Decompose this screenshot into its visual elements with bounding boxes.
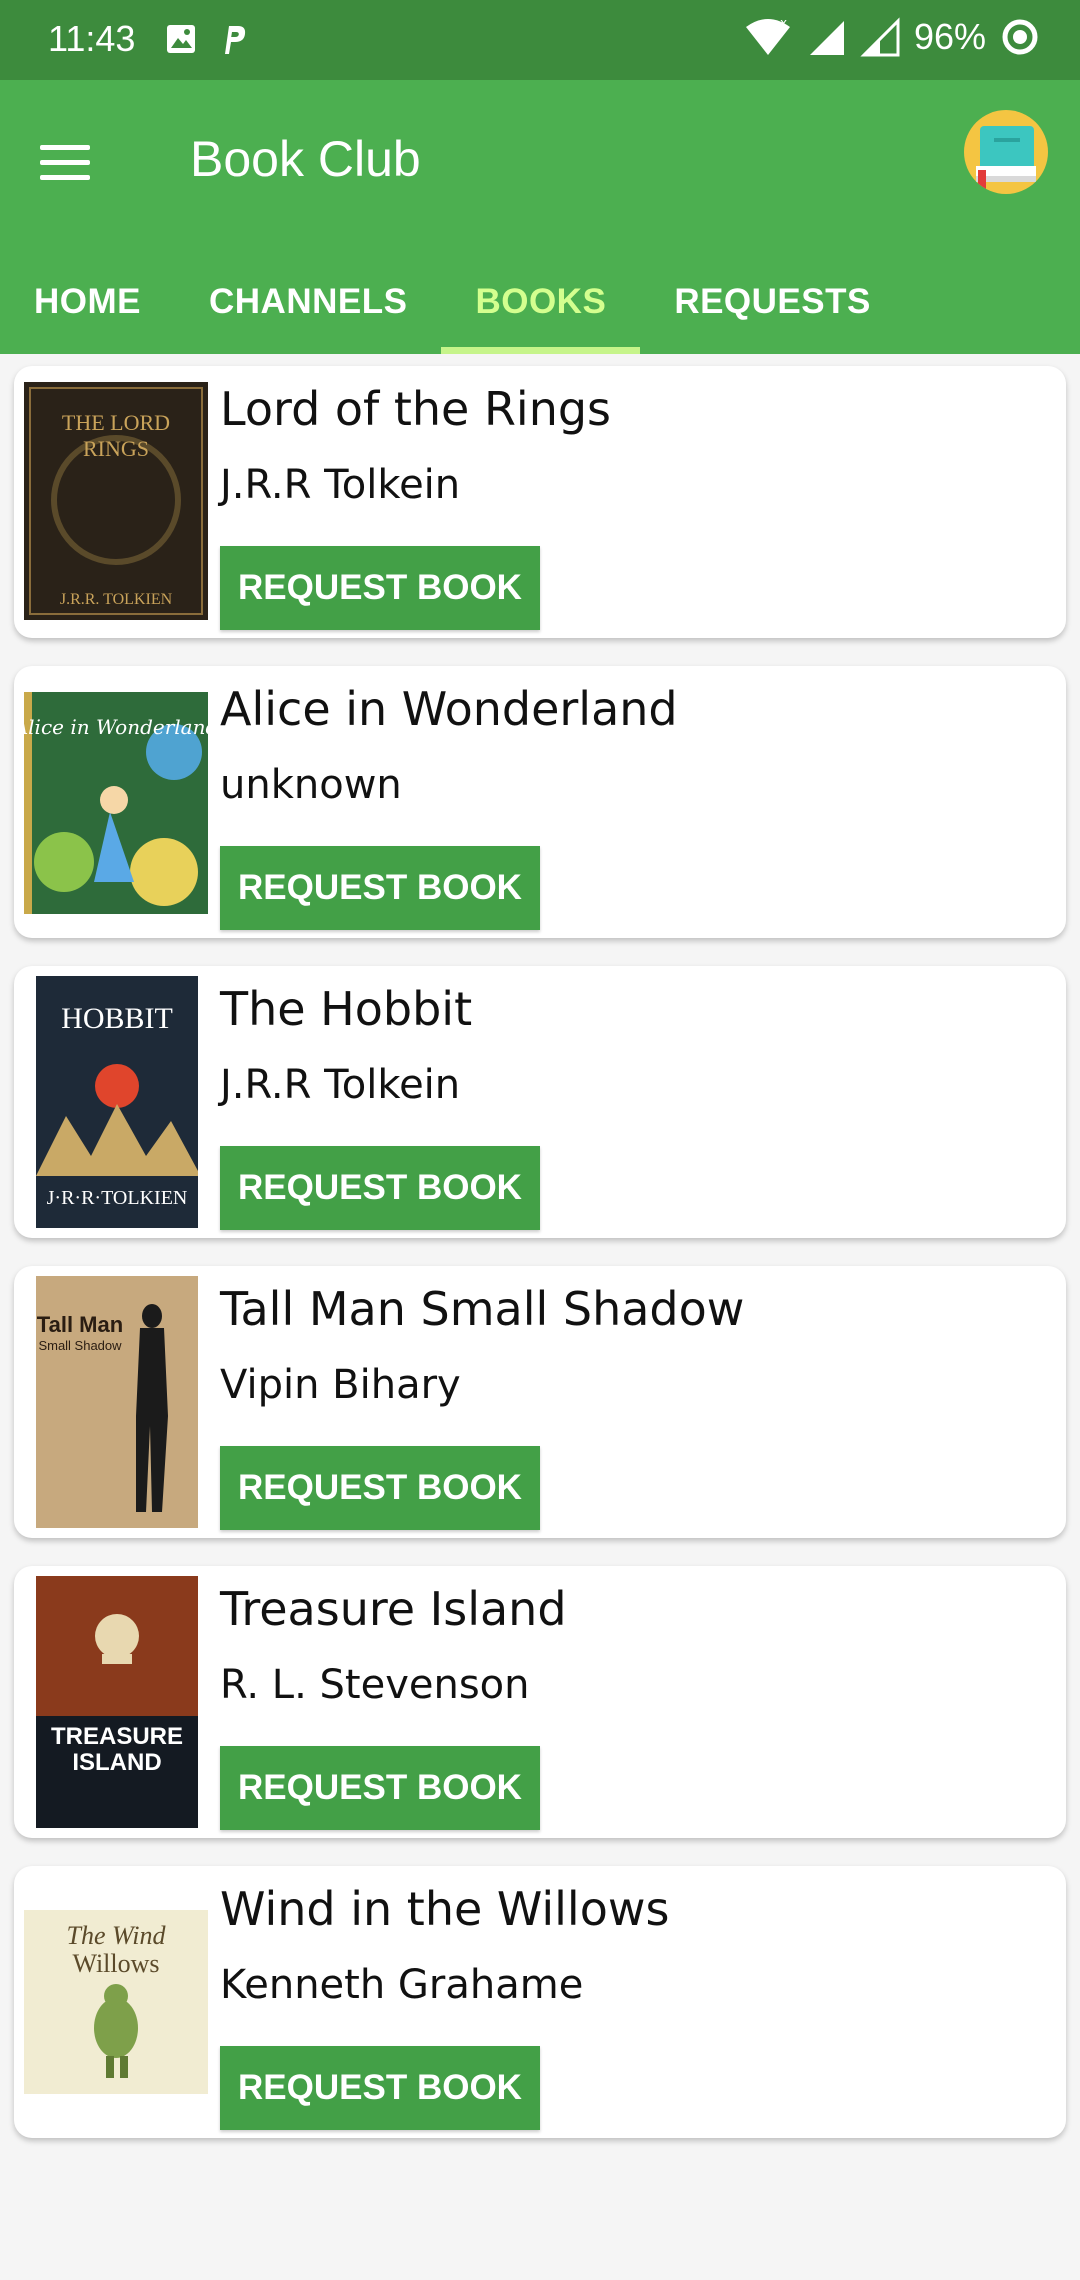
book-cover-image: TREASURE ISLAND: [36, 1576, 198, 1828]
book-cover-image: Tall Man Small Shadow: [36, 1276, 198, 1528]
request-book-button[interactable]: REQUEST BOOK: [220, 1746, 540, 1830]
svg-text:The Wind: The Wind: [67, 1921, 167, 1950]
status-right-icons: x 96%: [744, 16, 1040, 58]
wifi-icon: x: [745, 17, 790, 55]
book-author: J.R.R Tolkein: [220, 1062, 461, 1108]
tab-home[interactable]: HOME: [0, 250, 175, 354]
tab-books[interactable]: BOOKS: [441, 250, 641, 354]
profile-avatar[interactable]: [964, 110, 1048, 194]
book-title: Alice in Wonderland: [220, 682, 678, 736]
svg-text:RINGS: RINGS: [83, 436, 149, 461]
app-bar: Book Club HOME CHANNELS BOOKS REQUESTS: [0, 80, 1080, 354]
status-time: 11:43: [48, 18, 136, 59]
book-card[interactable]: Tall Man Small Shadow Tall Man Small Sha…: [14, 1266, 1066, 1538]
svg-text:J.R.R. TOLKIEN: J.R.R. TOLKIEN: [60, 591, 173, 608]
book-cover-image: Alice in Wonderland: [24, 692, 208, 914]
request-book-button[interactable]: REQUEST BOOK: [220, 2046, 540, 2130]
book-author: R. L. Stevenson: [220, 1662, 530, 1708]
svg-text:J·R·R·TOLKIEN: J·R·R·TOLKIEN: [47, 1187, 188, 1209]
svg-text:TREASURE: TREASURE: [51, 1723, 183, 1750]
app-title: Book Club: [190, 131, 421, 187]
tab-channels[interactable]: CHANNELS: [175, 250, 441, 354]
svg-text:HOBBIT: HOBBIT: [61, 1002, 173, 1035]
book-cover-image: THE LORD RINGS J.R.R. TOLKIEN: [24, 382, 208, 620]
book-cover-image: HOBBIT J·R·R·TOLKIEN: [36, 976, 198, 1228]
request-book-button[interactable]: REQUEST BOOK: [220, 846, 540, 930]
svg-text:Willows: Willows: [72, 1949, 159, 1978]
svg-text:ISLAND: ISLAND: [72, 1749, 161, 1776]
request-book-button[interactable]: REQUEST BOOK: [220, 1146, 540, 1230]
signal-weak-icon: [860, 17, 900, 57]
book-title: The Hobbit: [220, 982, 473, 1036]
signal-icon: [809, 21, 844, 55]
book-title: Lord of the Rings: [220, 382, 612, 436]
tab-requests[interactable]: REQUESTS: [640, 250, 905, 354]
book-author: J.R.R Tolkein: [220, 462, 461, 508]
parking-icon: [225, 26, 246, 54]
svg-text:x: x: [780, 17, 787, 30]
book-card[interactable]: The Wind Willows Wind in the Willows Ken…: [14, 1866, 1066, 2138]
svg-text:THE LORD: THE LORD: [62, 410, 170, 435]
battery-saver-icon: [1002, 19, 1038, 55]
svg-text:Small Shadow: Small Shadow: [38, 1338, 122, 1353]
book-author: unknown: [220, 762, 402, 808]
book-title: Treasure Island: [220, 1582, 567, 1636]
book-author: Vipin Bihary: [220, 1362, 461, 1408]
svg-text:Alice in Wonderland: Alice in Wonderland: [24, 715, 208, 739]
tab-bar: HOME CHANNELS BOOKS REQUESTS: [0, 250, 905, 354]
status-notification-icons: [165, 22, 249, 56]
status-bar: 11:43 x 96%: [0, 0, 1080, 80]
book-card[interactable]: THE LORD RINGS J.R.R. TOLKIEN Lord of th…: [14, 366, 1066, 638]
request-book-button[interactable]: REQUEST BOOK: [220, 1446, 540, 1530]
book-icon: [976, 126, 1036, 190]
book-title: Tall Man Small Shadow: [220, 1282, 745, 1336]
battery-percent: 96%: [913, 16, 986, 57]
book-card[interactable]: HOBBIT J·R·R·TOLKIEN The Hobbit J.R.R To…: [14, 966, 1066, 1238]
book-card[interactable]: Alice in Wonderland Alice in Wonderland …: [14, 666, 1066, 938]
book-author: Kenneth Grahame: [220, 1962, 584, 2008]
book-title: Wind in the Willows: [220, 1882, 670, 1936]
svg-text:Tall Man: Tall Man: [37, 1312, 123, 1337]
request-book-button[interactable]: REQUEST BOOK: [220, 546, 540, 630]
menu-icon: [40, 144, 90, 150]
book-cover-image: The Wind Willows: [24, 1910, 208, 2094]
book-card[interactable]: TREASURE ISLAND Treasure Island R. L. St…: [14, 1566, 1066, 1838]
image-icon: [167, 25, 195, 53]
menu-button[interactable]: [40, 130, 104, 194]
